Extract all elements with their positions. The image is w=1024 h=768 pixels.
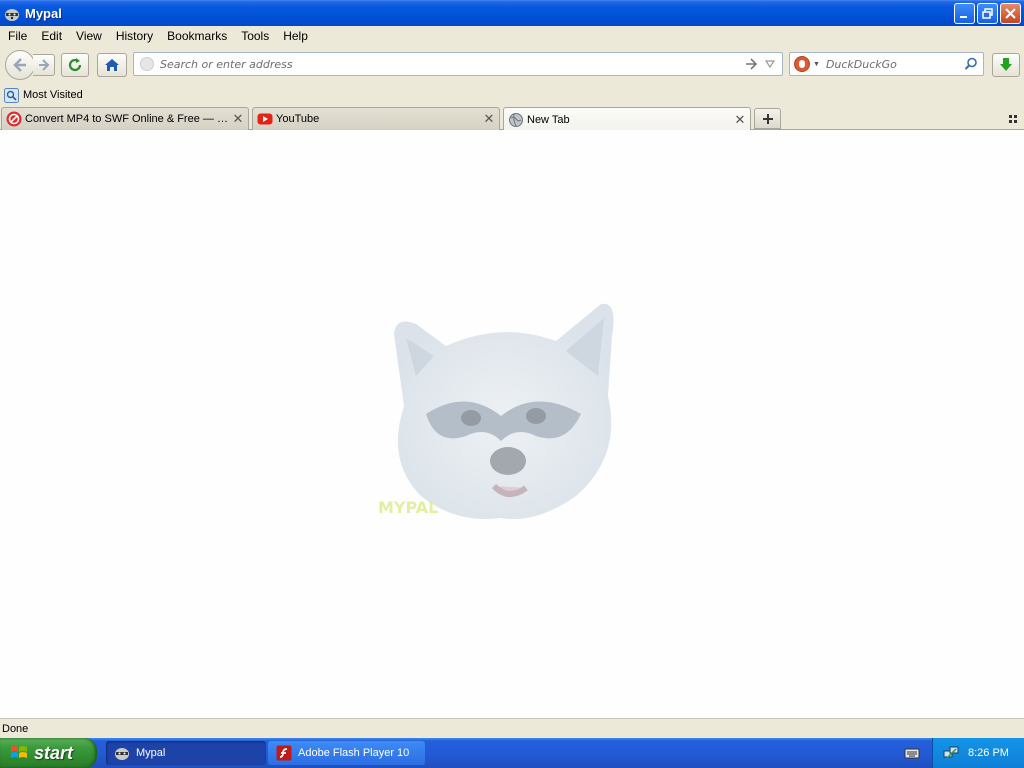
tab-label: New Tab [527,113,570,126]
duckduckgo-icon[interactable] [794,56,810,72]
system-tray: 8:26 PM [932,738,1024,768]
forward-arrow-icon [38,59,49,71]
youtube-icon [257,113,273,125]
bookmark-label: Most Visited [23,89,83,101]
search-bar[interactable]: ▼ [789,52,984,76]
tab-label: YouTube [276,113,320,125]
forward-button[interactable] [33,54,55,76]
tab-youtube[interactable]: YouTube ✕ [252,107,500,130]
tab-convertio[interactable]: Convert MP4 to SWF Online & Free — Conve… [1,107,249,130]
reload-button[interactable] [61,53,89,77]
bookmark-most-visited[interactable]: Most Visited [4,87,83,103]
engine-dropdown-icon[interactable]: ▼ [813,61,820,68]
home-button[interactable] [97,53,127,77]
address-input[interactable] [160,57,730,71]
new-tab-button[interactable] [754,108,781,129]
start-button[interactable]: start [0,738,97,768]
convertio-icon [6,111,22,127]
menu-bookmarks[interactable]: Bookmarks [160,29,234,43]
page-content[interactable]: MYPAL [0,130,1024,718]
back-button[interactable] [5,50,35,80]
tab-close-icon[interactable]: ✕ [232,111,244,127]
search-icon[interactable] [964,57,978,71]
menu-history[interactable]: History [109,29,160,43]
tab-new-tab[interactable]: New Tab ✕ [503,107,751,131]
start-label: start [34,742,74,763]
mypal-logo-text: MYPAL [378,498,439,517]
address-bar[interactable] [133,52,783,76]
close-icon [1005,8,1016,19]
bookmarks-toolbar: Most Visited [0,84,1024,106]
flash-icon [276,745,292,761]
status-bar: Done [0,718,1024,738]
menu-bar: File Edit View History Bookmarks Tools H… [0,26,1024,46]
menu-tools[interactable]: Tools [234,29,276,43]
mypal-raccoon-icon [5,8,19,21]
download-arrow-icon [1000,58,1012,71]
menu-help[interactable]: Help [276,29,315,43]
taskbar-item-mypal[interactable]: Mypal [106,741,266,765]
minimize-icon [960,16,967,18]
title-bar[interactable]: Mypal [0,0,1024,26]
go-arrow-icon[interactable] [744,57,758,71]
all-tabs-grid-icon[interactable] [1006,112,1020,126]
search-input[interactable] [825,57,966,71]
reload-icon [68,58,82,72]
menu-edit[interactable]: Edit [34,29,69,43]
most-visited-icon [4,87,19,103]
status-text: Done [2,722,29,735]
taskbar-item-label: Adobe Flash Player 10 [298,747,410,759]
back-arrow-icon [13,58,26,72]
url-dropdown-icon[interactable] [764,57,776,71]
mypal-icon [115,748,129,760]
home-icon [105,59,119,71]
minimize-button[interactable] [954,3,975,24]
taskbar: start Mypal Adobe Flash Player 10 8:26 P… [0,738,1024,768]
tab-strip: Convert MP4 to SWF Online & Free — Conve… [0,106,1024,131]
navigation-toolbar: ▼ [0,46,1024,84]
windows-flag-icon [11,746,27,758]
window-title: Mypal [25,6,62,21]
menu-file[interactable]: File [0,29,34,43]
site-identity-icon [140,57,154,71]
close-button[interactable] [1000,3,1021,24]
downloads-button[interactable] [992,53,1020,77]
menu-view[interactable]: View [69,29,109,43]
tab-label: Convert MP4 to SWF Online & Free — Conve… [25,113,232,125]
clock[interactable]: 8:26 PM [968,747,1009,759]
plus-icon [762,113,773,124]
mypal-raccoon-logo [394,303,614,520]
restore-button[interactable] [977,3,998,24]
keyboard-language-icon[interactable] [904,746,920,760]
network-icon[interactable] [943,745,959,761]
taskbar-item-label: Mypal [136,747,166,759]
tab-close-icon[interactable]: ✕ [734,112,746,128]
taskbar-item-flash[interactable]: Adobe Flash Player 10 [268,741,425,765]
tab-close-icon[interactable]: ✕ [483,111,495,127]
globe-icon [509,112,523,127]
restore-icon [982,8,993,19]
